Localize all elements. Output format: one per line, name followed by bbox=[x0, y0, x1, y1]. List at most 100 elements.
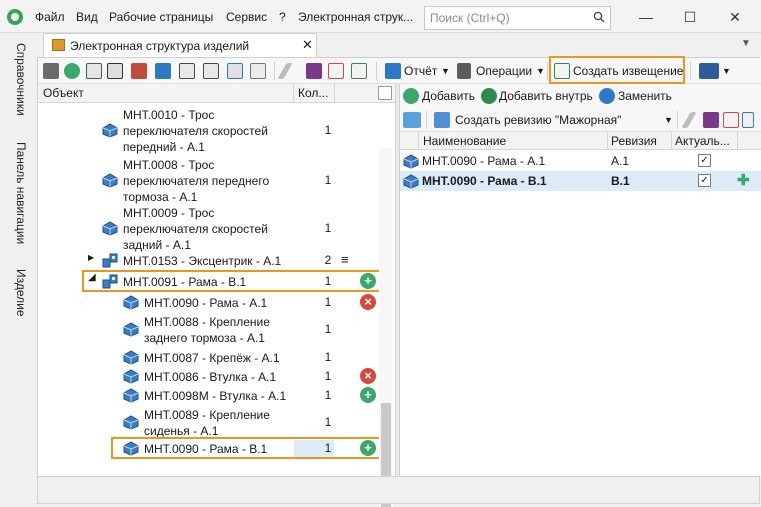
report-button[interactable]: Отчёт bbox=[404, 64, 437, 78]
tree-row[interactable]: МНТ.0086 - Втулка - А.1 1 × bbox=[38, 367, 395, 386]
rail-navigation-panel[interactable]: Панель навигации bbox=[8, 142, 28, 244]
tree-row[interactable]: МНТ.0088 - Крепление заднего тормоза - А.… bbox=[38, 312, 395, 347]
properties-icon[interactable] bbox=[86, 63, 102, 79]
revisions-panel: Добавить Добавить внутрь Заменить Создат… bbox=[400, 84, 761, 477]
tab-product-structure[interactable]: Электронная структура изделий ✕ bbox=[43, 33, 317, 57]
columns-icon[interactable] bbox=[742, 112, 754, 128]
actual-checkbox[interactable]: ✓ bbox=[698, 174, 711, 187]
column-header-object[interactable]: Объект bbox=[43, 86, 84, 100]
column-header-actual[interactable]: Актуаль... bbox=[675, 134, 730, 148]
add-inside-button[interactable]: Добавить внутрь bbox=[499, 89, 593, 103]
checklist-icon[interactable] bbox=[203, 63, 219, 79]
tree-row[interactable]: МНТ.0010 - Трос переключателя скоростей пе… bbox=[38, 105, 395, 156]
cancel-edit-icon[interactable] bbox=[723, 112, 739, 128]
operations-icon[interactable] bbox=[457, 63, 471, 79]
part-icon bbox=[402, 153, 420, 169]
menu-active-document[interactable]: Электронная струк... bbox=[298, 10, 413, 24]
tree-row[interactable]: МНТ.0087 - Крепёж - А.1 1 bbox=[38, 348, 395, 367]
tree-row[interactable]: ▶ МНТ.0153 - Эксцентрик - А.1 2 ≡ bbox=[38, 251, 395, 270]
rail-product[interactable]: Изделие bbox=[8, 269, 28, 317]
column-header-revision[interactable]: Ревизия bbox=[611, 134, 657, 148]
create-notice-button[interactable]: Создать извещение bbox=[573, 64, 683, 78]
star-revision-icon[interactable] bbox=[434, 112, 450, 128]
qty-cell: 1 bbox=[324, 322, 332, 336]
scroll-up-button[interactable] bbox=[378, 86, 392, 100]
tree-row-selected[interactable]: МНТ.0090 - Рама - В.1 1 + bbox=[38, 437, 395, 459]
cad-icon[interactable] bbox=[250, 63, 266, 79]
add-button[interactable]: Добавить bbox=[422, 89, 475, 103]
search-input[interactable] bbox=[425, 7, 590, 29]
save-icon[interactable] bbox=[306, 63, 322, 79]
search-icon[interactable] bbox=[593, 11, 605, 23]
menu-service[interactable]: Сервис bbox=[226, 10, 267, 24]
apply-icon[interactable] bbox=[351, 63, 367, 79]
tree-header: Объект Кол... bbox=[38, 84, 395, 103]
open-icon[interactable] bbox=[43, 63, 59, 79]
grid-icon[interactable] bbox=[227, 63, 243, 79]
menu-workpages[interactable]: Рабочие страницы bbox=[109, 10, 213, 24]
grid-cell-name: МНТ.0090 - Рама - В.1 bbox=[422, 174, 547, 188]
chevron-down-icon[interactable]: ▼ bbox=[722, 66, 731, 76]
menu-file[interactable]: Файл bbox=[35, 10, 65, 24]
document-icon[interactable] bbox=[131, 63, 147, 79]
link-icon[interactable] bbox=[403, 112, 421, 128]
tree-row[interactable]: МНТ.0089 - Крепление сиденья - А.1 1 bbox=[38, 405, 395, 440]
column-header-qty[interactable]: Кол... bbox=[298, 86, 328, 100]
tree-item-label: переключателя переднего bbox=[123, 174, 270, 188]
add-icon[interactable] bbox=[64, 63, 80, 79]
tree-item-label: МНТ.0087 - Крепёж - А.1 bbox=[144, 351, 280, 365]
toolbar-divider bbox=[274, 62, 275, 80]
chevron-down-icon[interactable]: ▼ bbox=[536, 66, 545, 76]
maximize-button[interactable]: ☐ bbox=[680, 8, 700, 26]
grid-row-selected[interactable]: МНТ.0090 - Рама - В.1 В.1 ✓ ✚ bbox=[400, 171, 761, 191]
chevron-down-icon[interactable]: ▼ bbox=[741, 38, 751, 49]
tab-close-icon[interactable]: ✕ bbox=[302, 37, 313, 53]
menu-lines-icon[interactable]: ≡ bbox=[341, 252, 349, 267]
notice-icon[interactable] bbox=[554, 63, 570, 79]
tree-row[interactable]: МНТ.0009 - Трос переключателя скоростей за… bbox=[38, 203, 395, 254]
replace-button[interactable]: Заменить bbox=[618, 89, 672, 103]
tree-scrollbar[interactable] bbox=[379, 148, 393, 507]
qty-cell: 1 bbox=[324, 173, 332, 187]
check-add-icon[interactable] bbox=[403, 88, 419, 104]
minimize-button[interactable]: — bbox=[636, 8, 656, 26]
menu-view[interactable]: Вид bbox=[76, 10, 98, 24]
expand-arrow-icon[interactable]: ▶ bbox=[88, 253, 94, 262]
grid-row[interactable]: МНТ.0090 - Рама - А.1 А.1 ✓ bbox=[400, 151, 761, 171]
create-revision-button[interactable]: Создать ревизию "Мажорная" bbox=[455, 113, 621, 127]
cancel-edit-icon[interactable] bbox=[328, 63, 344, 79]
chevron-down-icon[interactable]: ▼ bbox=[664, 115, 673, 125]
report-icon[interactable] bbox=[385, 63, 401, 79]
product-tree[interactable]: МНТ.0010 - Трос переключателя скоростей пе… bbox=[38, 103, 395, 507]
tree-row[interactable]: МНТ.0090 - Рама - А.1 1 × bbox=[38, 293, 395, 312]
copy-icon[interactable] bbox=[107, 63, 123, 79]
tree-row[interactable]: ◢ МНТ.0091 - Рама - В.1 1 + bbox=[38, 270, 395, 292]
tree-item-label: МНТ.0089 - Крепление bbox=[144, 408, 270, 422]
add-inside-icon[interactable] bbox=[481, 88, 497, 104]
list-icon[interactable] bbox=[179, 63, 195, 79]
chevron-down-icon[interactable]: ▼ bbox=[441, 66, 450, 76]
replace-icon[interactable] bbox=[599, 88, 615, 104]
tree-item-label: переключателя скоростей bbox=[123, 124, 268, 138]
app-logo-icon bbox=[7, 9, 23, 25]
column-divider bbox=[671, 132, 672, 150]
save-icon[interactable] bbox=[703, 112, 719, 128]
column-divider bbox=[418, 132, 419, 150]
print-icon[interactable] bbox=[699, 63, 719, 79]
revision-toolbar: Создать ревизию "Мажорная" ▼ bbox=[400, 108, 761, 132]
qty-cell: 1 bbox=[324, 369, 332, 383]
actual-checkbox[interactable]: ✓ bbox=[698, 154, 711, 167]
search-box[interactable] bbox=[424, 6, 611, 30]
edit-icon[interactable] bbox=[277, 63, 293, 79]
navigate-icon[interactable] bbox=[155, 63, 171, 79]
tree-row[interactable]: МНТ.0008 - Трос переключателя переднего то… bbox=[38, 155, 395, 206]
rail-references[interactable]: Справочники bbox=[8, 43, 28, 116]
title-bar: Файл Вид Рабочие страницы Сервис ? Элект… bbox=[0, 0, 761, 33]
close-window-button[interactable]: ✕ bbox=[725, 8, 745, 26]
tree-row[interactable]: МНТ.0098М - Втулка - А.1 1 + bbox=[38, 386, 395, 405]
operations-button[interactable]: Операции bbox=[476, 64, 532, 78]
edit-icon[interactable] bbox=[681, 112, 697, 128]
column-header-name[interactable]: Наименование bbox=[423, 134, 506, 148]
part-icon bbox=[122, 294, 140, 310]
menu-help[interactable]: ? bbox=[279, 10, 286, 24]
